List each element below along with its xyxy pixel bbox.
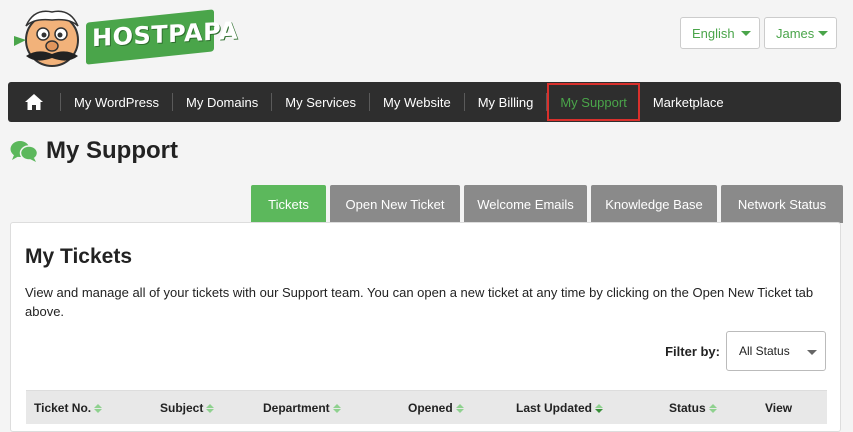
home-icon: [25, 94, 43, 110]
column-label: View: [765, 401, 793, 415]
column-status[interactable]: Status: [669, 391, 717, 425]
nav-item-my-support[interactable]: My Support: [547, 83, 640, 121]
tab-tickets[interactable]: Tickets: [251, 185, 326, 223]
filter-label: Filter by:: [665, 343, 720, 359]
nav-item-marketplace[interactable]: Marketplace: [640, 82, 737, 122]
logo-wordmark: HOSTPAPA: [86, 9, 238, 65]
sort-icon: [332, 403, 341, 413]
nav-item-my-wordpress[interactable]: My WordPress: [61, 82, 172, 122]
column-view: View: [765, 391, 792, 425]
logo-text: HOSTPAPA: [92, 16, 239, 53]
filter-value: All Status: [739, 344, 790, 358]
language-value: English: [692, 25, 735, 41]
column-last-updated[interactable]: Last Updated: [516, 391, 604, 425]
column-label: Status: [669, 401, 706, 415]
column-label: Last Updated: [516, 401, 593, 415]
tab-network-status[interactable]: Network Status: [721, 185, 843, 223]
column-label: Opened: [408, 401, 453, 415]
column-opened[interactable]: Opened: [408, 391, 464, 425]
page-header: My Support: [10, 137, 178, 165]
nav-item-my-domains[interactable]: My Domains: [173, 82, 271, 122]
home-button[interactable]: [8, 82, 60, 122]
chat-bubbles-icon: [10, 141, 38, 162]
status-filter: Filter by: All Status: [665, 331, 826, 371]
tab-welcome-emails[interactable]: Welcome Emails: [464, 185, 587, 223]
sort-icon: [455, 403, 464, 413]
chevron-down-icon: [741, 31, 751, 36]
chevron-down-icon: [807, 350, 817, 355]
header: HOSTPAPA English James: [0, 0, 853, 80]
panel-description: View and manage all of your tickets with…: [25, 285, 814, 319]
language-select[interactable]: English: [680, 17, 760, 49]
nav-item-my-billing[interactable]: My Billing: [465, 82, 547, 122]
tickets-panel: My Tickets View and manage all of your t…: [10, 222, 841, 432]
column-label: Subject: [160, 401, 204, 415]
sort-icon: [94, 403, 103, 413]
sort-icon: [206, 403, 215, 413]
tickets-table-header: Ticket No. Subject Department Opened Las…: [26, 390, 827, 424]
main-nav: My WordPress My Domains My Services My W…: [8, 82, 841, 122]
column-label: Ticket No.: [34, 401, 92, 415]
status-filter-select[interactable]: All Status: [726, 331, 826, 371]
sort-desc-icon: [595, 403, 604, 413]
column-department[interactable]: Department: [263, 391, 341, 425]
user-name: James: [776, 25, 815, 41]
panel-heading: My Tickets: [25, 245, 132, 268]
support-tabs: Tickets Open New Ticket Welcome Emails K…: [251, 185, 843, 223]
page-title: My Support: [46, 137, 178, 164]
mascot-icon: [14, 10, 79, 67]
user-menu[interactable]: James: [764, 17, 837, 49]
column-subject[interactable]: Subject: [160, 391, 215, 425]
column-label: Department: [263, 401, 330, 415]
chevron-down-icon: [818, 31, 828, 36]
nav-item-my-services[interactable]: My Services: [272, 82, 369, 122]
tab-knowledge-base[interactable]: Knowledge Base: [591, 185, 717, 223]
column-ticket-no[interactable]: Ticket No.: [34, 391, 103, 425]
sort-icon: [708, 403, 717, 413]
hostpapa-logo[interactable]: HOSTPAPA: [6, 2, 238, 72]
tab-open-new-ticket[interactable]: Open New Ticket: [330, 185, 460, 223]
nav-item-my-website[interactable]: My Website: [370, 82, 464, 122]
